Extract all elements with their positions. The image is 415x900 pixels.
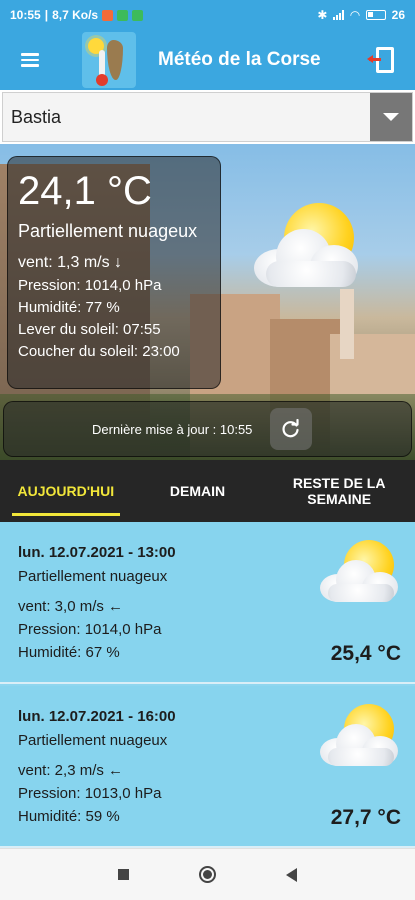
forecast-condition: Partiellement nuageux <box>18 732 168 749</box>
forecast-list: lun. 12.07.2021 - 13:00 Partiellement nu… <box>0 522 415 848</box>
exit-button[interactable] <box>355 30 415 90</box>
forecast-datetime: lun. 12.07.2021 - 13:00 <box>18 544 176 561</box>
bluetooth-icon: ✱ <box>317 8 328 22</box>
forecast-item[interactable]: lun. 12.07.2021 - 16:00 Partiellement nu… <box>0 686 415 848</box>
exit-door-icon <box>367 47 394 73</box>
app-logo <box>82 32 136 88</box>
current-condition: Partiellement nuageux <box>18 221 198 241</box>
tab-tomorrow[interactable]: DEMAIN <box>132 460 264 522</box>
tab-today[interactable]: AUJOURD'HUI <box>0 460 132 522</box>
forecast-condition: Partiellement nuageux <box>18 568 168 585</box>
current-wind: vent: 1,3 m/s ↓ <box>18 254 123 271</box>
current-weather-hero: 24,1 °C Partiellement nuageux vent: 1,3 … <box>0 144 415 460</box>
forecast-item[interactable]: lun. 12.07.2021 - 13:00 Partiellement nu… <box>0 522 415 684</box>
home-icon[interactable] <box>199 866 216 883</box>
sunrise-time: Lever du soleil: 07:55 <box>18 321 161 338</box>
system-nav-bar <box>0 848 415 900</box>
refresh-icon <box>282 419 300 438</box>
forecast-humidity: Humidité: 59 % <box>18 808 120 825</box>
forecast-tabs: AUJOURD'HUI DEMAIN RESTE DE LA SEMAINE <box>0 460 415 522</box>
forecast-humidity: Humidité: 67 % <box>18 644 120 661</box>
forecast-pressure: Pression: 1013,0 hPa <box>18 785 162 802</box>
notification-icon <box>132 9 144 21</box>
menu-icon <box>21 50 39 70</box>
partly-cloudy-icon <box>248 199 368 294</box>
recent-apps-icon[interactable] <box>118 869 129 880</box>
status-network-speed: 8,7 Ko/s <box>52 8 99 22</box>
last-update-text: Dernière mise à jour : 10:55 <box>92 421 253 437</box>
app-bar: Météo de la Corse <box>0 30 415 90</box>
forecast-datetime: lun. 12.07.2021 - 16:00 <box>18 708 176 725</box>
partly-cloudy-icon <box>316 702 404 770</box>
wifi-icon: ◠ <box>350 8 360 22</box>
notification-icon <box>117 9 129 21</box>
forecast-wind: vent: 2,3 m/s ← <box>18 762 124 779</box>
current-pressure: Pression: 1014,0 hPa <box>18 277 162 294</box>
forecast-pressure: Pression: 1014,0 hPa <box>18 621 162 638</box>
forecast-wind: vent: 3,0 m/s ← <box>18 598 124 615</box>
status-time: 10:55 <box>10 8 41 22</box>
notification-icon <box>102 9 114 21</box>
current-weather-card: 24,1 °C Partiellement nuageux vent: 1,3 … <box>7 156 221 389</box>
battery-level: 26 <box>391 8 405 22</box>
city-dropdown[interactable]: Bastia <box>2 92 413 142</box>
current-humidity: Humidité: 77 % <box>18 299 120 316</box>
refresh-button[interactable] <box>270 408 313 450</box>
partly-cloudy-icon <box>316 538 404 606</box>
back-icon[interactable] <box>286 867 297 882</box>
last-update-bar: Dernière mise à jour : 10:55 <box>3 401 412 457</box>
forecast-temperature: 27,7 °C <box>330 806 401 829</box>
battery-icon <box>365 10 386 20</box>
sunset-time: Coucher du soleil: 23:00 <box>18 343 180 360</box>
signal-icon <box>333 10 345 20</box>
current-temperature: 24,1 °C <box>18 169 152 213</box>
forecast-temperature: 25,4 °C <box>330 642 401 665</box>
menu-button[interactable] <box>0 30 60 90</box>
dropdown-arrow-icon[interactable] <box>370 93 412 141</box>
app-title: Météo de la Corse <box>158 49 321 70</box>
tab-rest-of-week[interactable]: RESTE DE LA SEMAINE <box>263 460 415 522</box>
status-bar: 10:55 | 8,7 Ko/s ✱ ◠ 26 <box>0 0 415 30</box>
city-selected-value: Bastia <box>11 106 62 127</box>
